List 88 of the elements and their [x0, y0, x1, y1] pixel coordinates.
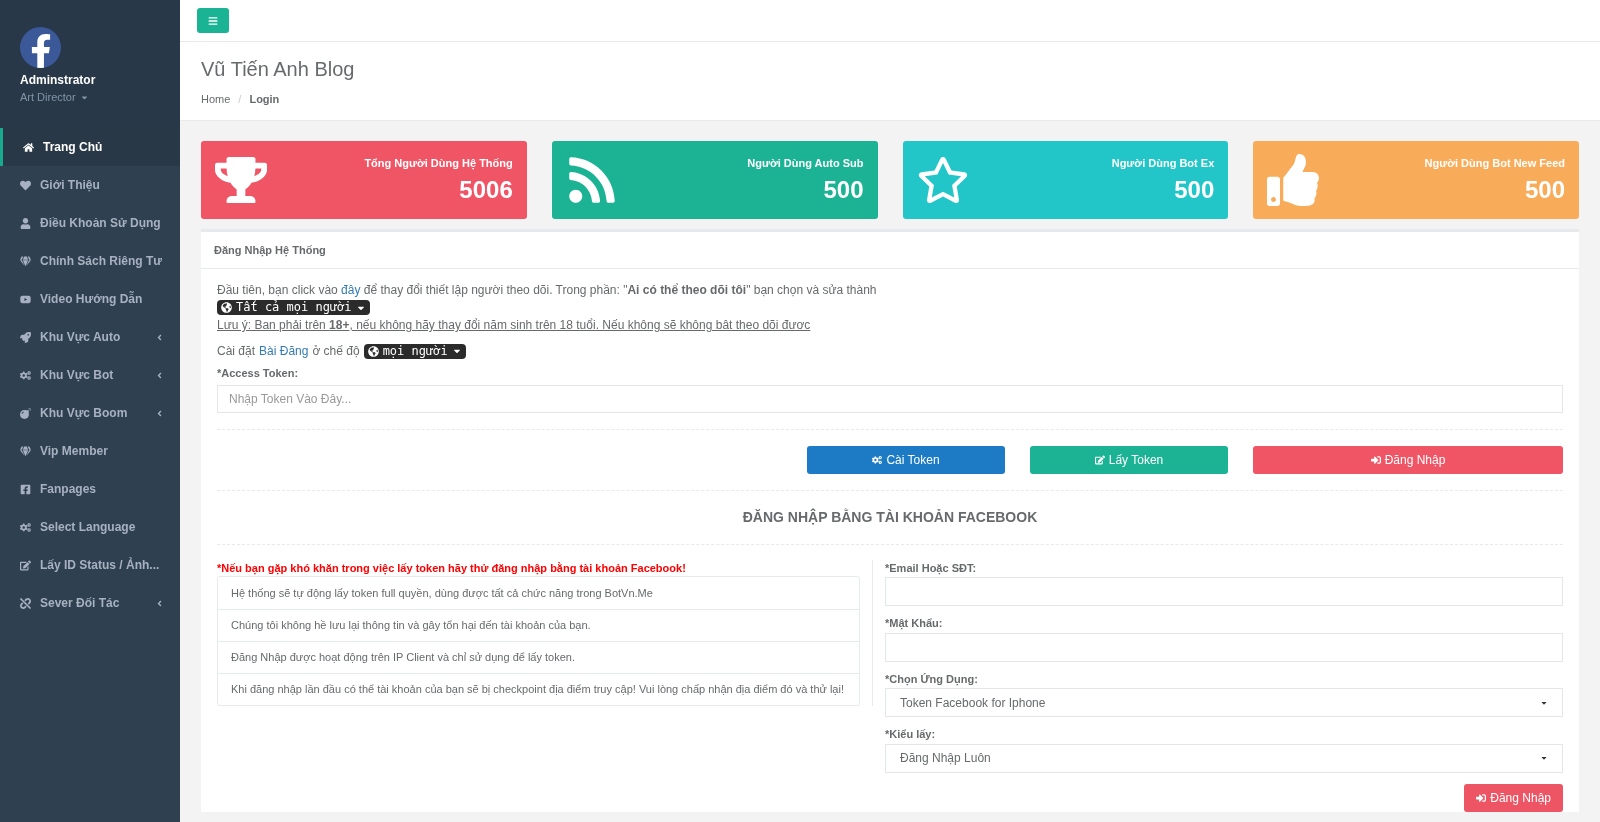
- action-button[interactable]: Lấy Token: [1030, 445, 1228, 474]
- facebook-heading: ĐĂNG NHẬP BẰNG TÀI KHOẢN FACEBOOK: [741, 507, 1039, 527]
- warning-text: *Nếu bạn gặp khó khăn trong việc lấy token hãy thử đăng nhập bằng tài khoản Facebook!: [217, 560, 687, 576]
- field-label: *Email Hoặc SĐT:: [885, 560, 978, 576]
- text-input[interactable]: [885, 577, 1563, 606]
- globe-icon: [367, 345, 379, 357]
- facebook-icon: [20, 483, 31, 495]
- sidebar-item[interactable]: Khu Vực Boom: [0, 394, 180, 432]
- stat-label: Người Dùng Auto Sub: [747, 155, 864, 171]
- post-setting-text: Cài đặt: [217, 343, 256, 360]
- sidebar-item[interactable]: Vip Member: [0, 432, 180, 470]
- edit-icon: [20, 559, 31, 571]
- stat-value: 500: [1174, 175, 1215, 206]
- info-item: Đăng Nhập được hoạt động trên IP Client và chỉ sử dụng để lấy token.: [218, 641, 859, 673]
- select-field[interactable]: Đăng Nhập Luôn: [885, 743, 1563, 773]
- page-title: Vũ Tiến Anh Blog: [201, 57, 356, 81]
- post-setting-text: ở chế độ: [312, 343, 360, 360]
- rocket-icon: [20, 331, 31, 343]
- breadcrumb-link[interactable]: Home: [201, 91, 231, 108]
- stat-label: Tổng Người Dùng Hệ Thống: [364, 155, 513, 172]
- text-input[interactable]: [885, 632, 1563, 662]
- panel-title: Đăng Nhập Hệ Thống: [214, 242, 326, 259]
- diamond-icon: [20, 255, 31, 267]
- sign-in-icon: [1370, 454, 1381, 465]
- edit-icon: [1094, 454, 1105, 465]
- select-field[interactable]: Token Facebook for Iphone: [885, 688, 1563, 717]
- info-item: Khi đăng nhập lần đầu có thể tài khoản của bạn sẽ bị checkpoint địa điểm truy cập! Vui lòng chấp nhận địa điểm đó và thử lại!: [218, 673, 859, 705]
- gears-icon: [872, 454, 883, 465]
- stat-value: 500: [1524, 175, 1565, 206]
- gears-icon: [20, 369, 31, 381]
- token-input[interactable]: Nhập Token Vào Đây...: [217, 384, 1563, 413]
- sidebar-item[interactable]: Điều Khoản Sử Dụng: [0, 204, 180, 242]
- info-item: Hệ thống sẽ tự động lấy token full quyền, dùng được tất cả chức năng trong BotVn.Me: [230, 585, 654, 601]
- sidebar-item[interactable]: Sever Đối Tác: [0, 584, 180, 622]
- audience-label: Tất cả mọi người: [236, 300, 352, 316]
- intro-text: để thay đổi thiết lập người theo dõi. Trong phần: "Ai có thể theo dõi tôi" bạn chọn và sửa thành: [362, 283, 877, 297]
- trophy-icon: [215, 154, 267, 206]
- audience-dropdown[interactable]: mọi người: [363, 343, 466, 359]
- submit-button[interactable]: Đăng Nhập: [1464, 783, 1563, 812]
- field-label: *Access Token:: [217, 366, 300, 381]
- menu-button[interactable]: [197, 8, 229, 33]
- action-button[interactable]: Đăng Nhập: [1253, 445, 1563, 474]
- unlink-icon: [20, 597, 31, 609]
- post-link[interactable]: Bài Đăng: [259, 342, 309, 360]
- chevron-icon: [155, 598, 164, 608]
- stat-value: 5006: [459, 175, 513, 206]
- chevron-icon: [155, 370, 164, 380]
- age-note: Lưu ý: Ban phải trên 18+, nếu không hãy thay đổi năm sinh trên 18 tuổi. Nếu không sẽ không bât theo dõi đươc: [217, 317, 812, 334]
- profile-name: Adminstrator: [20, 72, 97, 89]
- bomb-icon: [20, 407, 31, 419]
- globe-icon: [221, 302, 232, 314]
- video-icon: [20, 293, 31, 305]
- breadcrumb-separator: /: [238, 92, 242, 107]
- thumbs-up-icon: [1267, 154, 1320, 206]
- here-link[interactable]: đây: [341, 283, 361, 297]
- info-item: Chúng tôi không hề lưu lại thông tin và gây tổn hại đến tài khoản của bạn.: [218, 609, 859, 641]
- sidebar-item[interactable]: Chính Sách Riêng Tư: [0, 242, 180, 280]
- gears-icon: [20, 521, 31, 533]
- field-label: *Mật Khẩu:: [885, 616, 944, 632]
- sidebar-item[interactable]: Fanpages: [0, 470, 180, 508]
- home-icon: [23, 141, 34, 153]
- star-icon: [916, 154, 969, 206]
- sidebar-item[interactable]: Lấy ID Status / Ảnh...: [0, 546, 180, 584]
- field-label: *Chọn Ứng Dụng:: [885, 671, 979, 687]
- sidebar-item[interactable]: Video Hướng Dẫn: [0, 280, 180, 318]
- stat-label: Người Dùng Bot Ex: [1111, 155, 1215, 171]
- sidebar-item[interactable]: Select Language: [0, 508, 180, 546]
- field-label: *Kiểu lấy:: [885, 727, 937, 742]
- heart-icon: [20, 179, 31, 191]
- stat-value: 500: [823, 175, 864, 206]
- audience-dropdown[interactable]: Tất cả mọi người: [217, 300, 370, 316]
- stat-label: Người Dùng Bot New Feed: [1424, 155, 1565, 171]
- sidebar-item[interactable]: Khu Vực Bot: [0, 356, 180, 394]
- action-button[interactable]: Cài Token: [807, 445, 1005, 474]
- chevron-icon: [155, 408, 164, 418]
- sign-in-icon: [1476, 792, 1487, 803]
- sidebar-item[interactable]: Giới Thiệu: [0, 166, 180, 204]
- sidebar-item[interactable]: Khu Vực Auto: [0, 318, 180, 356]
- diamond-icon: [20, 445, 31, 457]
- profile-role-dropdown[interactable]: Art Director: [20, 89, 160, 106]
- sidebar-item[interactable]: Trang Chủ: [0, 128, 180, 166]
- breadcrumb-link[interactable]: Login: [249, 91, 280, 108]
- caret-icon: [1540, 754, 1548, 762]
- user-icon: [20, 217, 31, 229]
- audience-label: mọi người: [382, 343, 448, 359]
- chevron-icon: [155, 332, 164, 342]
- intro-text: Đầu tiên, bạn click vào: [217, 283, 339, 297]
- menu-icon: [208, 15, 218, 26]
